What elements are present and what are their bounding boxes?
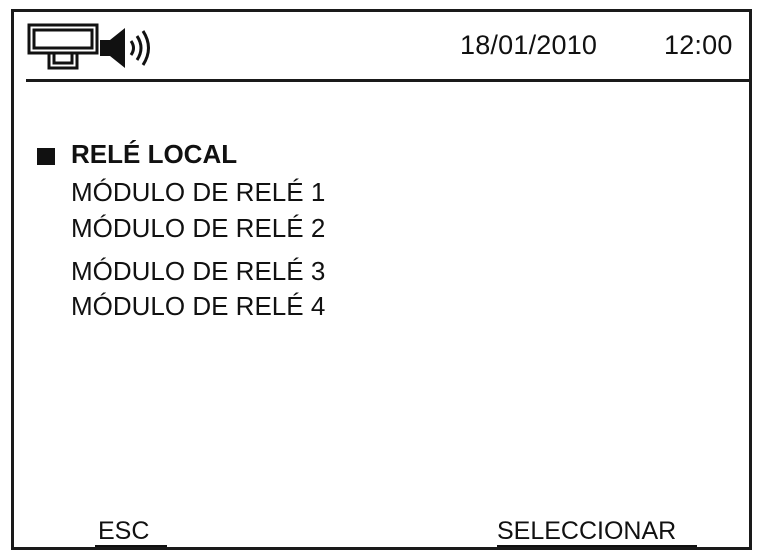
network-icon xyxy=(27,23,99,70)
menu-item-modulo-rele-2[interactable]: MÓDULO DE RELÉ 2 xyxy=(71,213,325,244)
menu-item-rele-local[interactable]: RELÉ LOCAL xyxy=(71,139,237,170)
device-screen: 18/01/2010 12:00 RELÉ LOCAL MÓDULO DE RE… xyxy=(11,9,752,550)
selection-bullet-icon xyxy=(37,148,55,165)
menu-item-modulo-rele-4[interactable]: MÓDULO DE RELÉ 4 xyxy=(71,291,325,322)
seleccionar-softkey[interactable]: SELECCIONAR xyxy=(497,517,676,546)
esc-softkey[interactable]: ESC xyxy=(98,517,149,546)
status-bar: 18/01/2010 12:00 xyxy=(14,12,749,78)
speaker-icon xyxy=(100,28,150,68)
status-bar-divider xyxy=(26,79,750,82)
menu-item-modulo-rele-1[interactable]: MÓDULO DE RELÉ 1 xyxy=(71,177,325,208)
time-display: 12:00 xyxy=(664,30,733,60)
date-display: 18/01/2010 xyxy=(460,30,598,60)
seleccionar-softkey-underline xyxy=(497,545,697,547)
esc-softkey-underline xyxy=(95,545,167,547)
menu-item-modulo-rele-3[interactable]: MÓDULO DE RELÉ 3 xyxy=(71,256,325,287)
